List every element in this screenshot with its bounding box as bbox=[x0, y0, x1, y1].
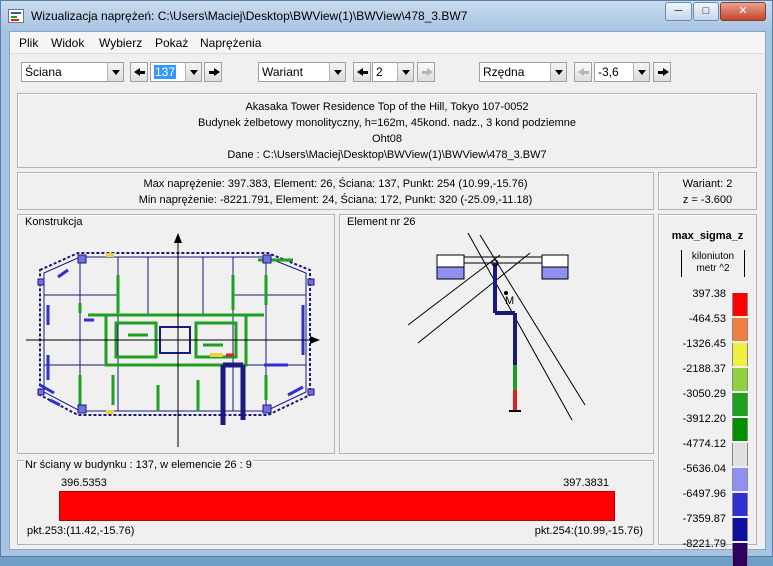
project-title: Akasaka Tower Residence Top of the Hill,… bbox=[245, 101, 529, 113]
stress-summary-panel: Max naprężenie: 397.383, Element: 26, Śc… bbox=[17, 172, 654, 210]
chevron-down-icon[interactable] bbox=[329, 63, 345, 81]
max-stress-line: Max naprężenie: 397.383, Element: 26, Śc… bbox=[143, 178, 528, 190]
construction-panel[interactable]: Konstrukcja bbox=[17, 214, 335, 454]
element-marker-label: M bbox=[505, 295, 514, 307]
legend-swatch bbox=[732, 293, 748, 316]
legend-title: max_sigma_z bbox=[671, 230, 744, 242]
wall-stress-bar bbox=[59, 491, 615, 521]
construction-plan[interactable] bbox=[18, 215, 334, 453]
legend-swatch bbox=[732, 468, 748, 491]
chevron-down-icon[interactable] bbox=[185, 63, 201, 81]
z-level-info: z = -3.600 bbox=[682, 194, 733, 206]
chevron-down-icon[interactable] bbox=[397, 63, 413, 81]
minimize-button[interactable]: ─ bbox=[665, 2, 692, 21]
close-icon: ✕ bbox=[738, 5, 748, 17]
legend-unit-bottom: metr ^2 bbox=[696, 263, 730, 274]
menu-plik[interactable]: Plik bbox=[19, 36, 38, 50]
legend-swatch bbox=[732, 518, 748, 541]
variant-info-panel: Wariant: 2 z = -3.600 bbox=[658, 172, 757, 210]
element-panel[interactable]: Element nr 26 M bbox=[339, 214, 654, 454]
maximize-button[interactable]: □ bbox=[693, 2, 719, 21]
arrow-right-icon bbox=[663, 68, 669, 76]
wall-info-label: Nr ściany w budynku : 137, w elemencie 2… bbox=[24, 459, 253, 471]
legend-value: -2188.37 bbox=[682, 363, 726, 375]
variant-number-value: 2 bbox=[376, 65, 383, 79]
chevron-down-icon[interactable] bbox=[550, 63, 566, 81]
wall-number-value: 137 bbox=[154, 65, 177, 79]
project-description: Budynek żelbetowy monolityczny, h=162m, … bbox=[198, 117, 576, 129]
toolbar: Ściana 137 Wariant 2 Rzędna -3,6 bbox=[10, 55, 765, 89]
next-wall-button[interactable] bbox=[204, 62, 222, 82]
legend-value: -3050.29 bbox=[682, 388, 726, 400]
chevron-down-icon[interactable] bbox=[107, 63, 123, 81]
menu-widok[interactable]: Widok bbox=[51, 36, 84, 50]
legend-value: -1326.45 bbox=[682, 338, 726, 350]
main-window: Wizualizacja naprężeń: C:\Users\Maciej\D… bbox=[0, 0, 773, 566]
next-ordinate-button[interactable] bbox=[653, 62, 671, 82]
wall-right-point: pkt.254:(10.99,-15.76) bbox=[534, 525, 643, 537]
prev-wall-button[interactable] bbox=[130, 62, 148, 82]
wall-number-select[interactable]: 137 bbox=[150, 62, 202, 82]
menu-naprezenia[interactable]: Naprężenia bbox=[200, 36, 261, 50]
menu-pokaz[interactable]: Pokaż bbox=[155, 36, 188, 50]
prev-ordinate-button[interactable] bbox=[574, 62, 592, 82]
window-title: Wizualizacja naprężeń: C:\Users\Maciej\D… bbox=[31, 9, 468, 23]
legend-value: -8221.79 bbox=[682, 538, 726, 550]
minimize-icon: ─ bbox=[674, 5, 683, 17]
wall-type-value: Ściana bbox=[25, 65, 62, 79]
variant-number-select[interactable]: 2 bbox=[372, 62, 414, 82]
ordinate-select-value: Rzędna bbox=[483, 65, 525, 79]
menu-wybierz[interactable]: Wybierz bbox=[99, 36, 142, 50]
chevron-down-icon[interactable] bbox=[633, 63, 649, 81]
ordinate-select[interactable]: Rzędna bbox=[479, 62, 567, 82]
maximize-icon: □ bbox=[702, 5, 710, 17]
legend-swatch bbox=[732, 443, 748, 466]
project-code: Oht08 bbox=[372, 133, 402, 145]
prev-variant-button[interactable] bbox=[353, 62, 371, 82]
close-button[interactable]: ✕ bbox=[720, 2, 766, 21]
legend-swatch bbox=[732, 368, 748, 391]
variant-info: Wariant: 2 bbox=[682, 178, 733, 190]
project-data-path: Dane : C:\Users\Maciej\Desktop\BWView(1)… bbox=[227, 149, 547, 161]
legend-swatch bbox=[732, 543, 748, 566]
next-variant-button[interactable] bbox=[417, 62, 435, 82]
legend-swatch bbox=[732, 343, 748, 366]
legend-swatch bbox=[732, 318, 748, 341]
legend-value: -3912.20 bbox=[682, 413, 726, 425]
project-info-panel: Akasaka Tower Residence Top of the Hill,… bbox=[17, 93, 757, 168]
variant-select[interactable]: Wariant bbox=[258, 62, 346, 82]
legend-unit-top: kiloniuton bbox=[691, 251, 735, 262]
menu-bar: Plik Widok Wybierz Pokaż Naprężenia bbox=[10, 32, 765, 54]
wall-stress-panel: Nr ściany w budynku : 137, w elemencie 2… bbox=[17, 459, 654, 545]
wall-left-value: 396.5353 bbox=[61, 477, 107, 489]
element-drawing[interactable]: M bbox=[340, 215, 653, 453]
ordinate-value-select[interactable]: -3,6 bbox=[594, 62, 650, 82]
legend-value: 397.38 bbox=[692, 288, 726, 300]
variant-select-value: Wariant bbox=[262, 65, 303, 79]
legend-value: -4774.12 bbox=[682, 438, 726, 450]
wall-left-point: pkt.253:(11.42,-15.76) bbox=[27, 525, 135, 537]
arrow-right-icon bbox=[427, 68, 433, 76]
wall-right-value: 397.3831 bbox=[563, 477, 609, 489]
legend-unit: kiloniuton metr ^2 bbox=[681, 250, 745, 277]
arrow-right-icon bbox=[214, 68, 220, 76]
legend-value: -6497.96 bbox=[682, 488, 726, 500]
legend-swatch bbox=[732, 393, 748, 416]
legend-swatch bbox=[732, 418, 748, 441]
legend-value: -5636.04 bbox=[682, 463, 726, 475]
min-stress-line: Min naprężenie: -8221.791, Element: 24, … bbox=[138, 194, 533, 206]
legend-panel: max_sigma_z kiloniuton metr ^2 397.38 -46… bbox=[658, 214, 757, 566]
legend-value: -7359.87 bbox=[682, 513, 726, 525]
app-icon bbox=[8, 9, 24, 23]
legend-value: -464.53 bbox=[688, 313, 726, 325]
title-bar[interactable]: Wizualizacja naprężeń: C:\Users\Maciej\D… bbox=[1, 1, 772, 31]
client-area: Plik Widok Wybierz Pokaż Naprężenia Ścia… bbox=[9, 31, 766, 566]
wall-type-select[interactable]: Ściana bbox=[21, 62, 124, 82]
legend-swatch bbox=[732, 493, 748, 516]
ordinate-value: -3,6 bbox=[598, 65, 619, 79]
